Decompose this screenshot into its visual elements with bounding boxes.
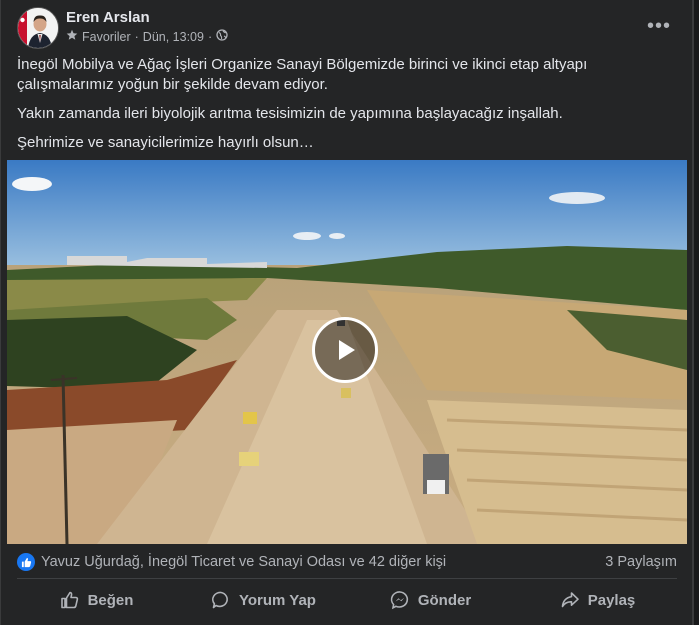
thumbs-up-icon[interactable] xyxy=(17,553,35,571)
send-button[interactable]: Gönder xyxy=(347,583,514,617)
shares-count[interactable]: 3 Paylaşım xyxy=(605,554,677,570)
author-name[interactable]: Eren Arslan xyxy=(66,9,150,26)
favorites-label[interactable]: Favoriler xyxy=(82,30,131,44)
post-time[interactable]: Dün, 13:09 xyxy=(143,30,204,44)
share-arrow-icon xyxy=(561,592,579,608)
action-bar: Beğen Yorum Yap Gönder Paylaş xyxy=(13,583,681,617)
meta-separator: · xyxy=(207,29,213,44)
post-card: Eren Arslan Favoriler · Dün, 13:09 · •••… xyxy=(0,0,694,625)
play-icon xyxy=(339,340,355,360)
globe-icon[interactable] xyxy=(216,29,228,44)
share-button[interactable]: Paylaş xyxy=(514,583,681,617)
share-label: Paylaş xyxy=(587,591,636,609)
comment-icon xyxy=(212,591,228,609)
divider xyxy=(17,578,677,579)
more-options-button[interactable]: ••• xyxy=(641,11,677,41)
reactions-summary[interactable]: Yavuz Uğurdağ, İnegöl Ticaret ve Sanayi … xyxy=(41,554,446,570)
send-label: Gönder xyxy=(417,591,472,609)
like-label: Beğen xyxy=(87,591,134,609)
like-button[interactable]: Beğen xyxy=(13,583,180,617)
post-header: Eren Arslan Favoriler · Dün, 13:09 · ••• xyxy=(17,7,677,49)
messenger-icon xyxy=(390,591,408,610)
video-player[interactable] xyxy=(7,160,687,544)
comment-label: Yorum Yap xyxy=(239,591,316,609)
play-button[interactable] xyxy=(312,317,378,383)
post-paragraph: İnegöl Mobilya ve Ağaç İşleri Organize S… xyxy=(17,56,588,93)
meta-separator: · xyxy=(134,29,139,44)
post-paragraph: Şehrimize ve sanayicilerimize hayırlı ol… xyxy=(17,134,314,151)
thumbs-up-icon xyxy=(60,591,78,609)
comment-button[interactable]: Yorum Yap xyxy=(180,583,347,617)
post-text: İnegöl Mobilya ve Ağaç İşleri Organize S… xyxy=(17,55,667,162)
star-icon xyxy=(66,29,78,44)
post-paragraph: Yakın zamanda ileri biyolojik arıtma tes… xyxy=(17,105,563,122)
post-meta: Favoriler · Dün, 13:09 · xyxy=(66,29,228,44)
author-avatar[interactable] xyxy=(17,7,59,49)
reactions-bar: Yavuz Uğurdağ, İnegöl Ticaret ve Sanayi … xyxy=(17,549,677,575)
